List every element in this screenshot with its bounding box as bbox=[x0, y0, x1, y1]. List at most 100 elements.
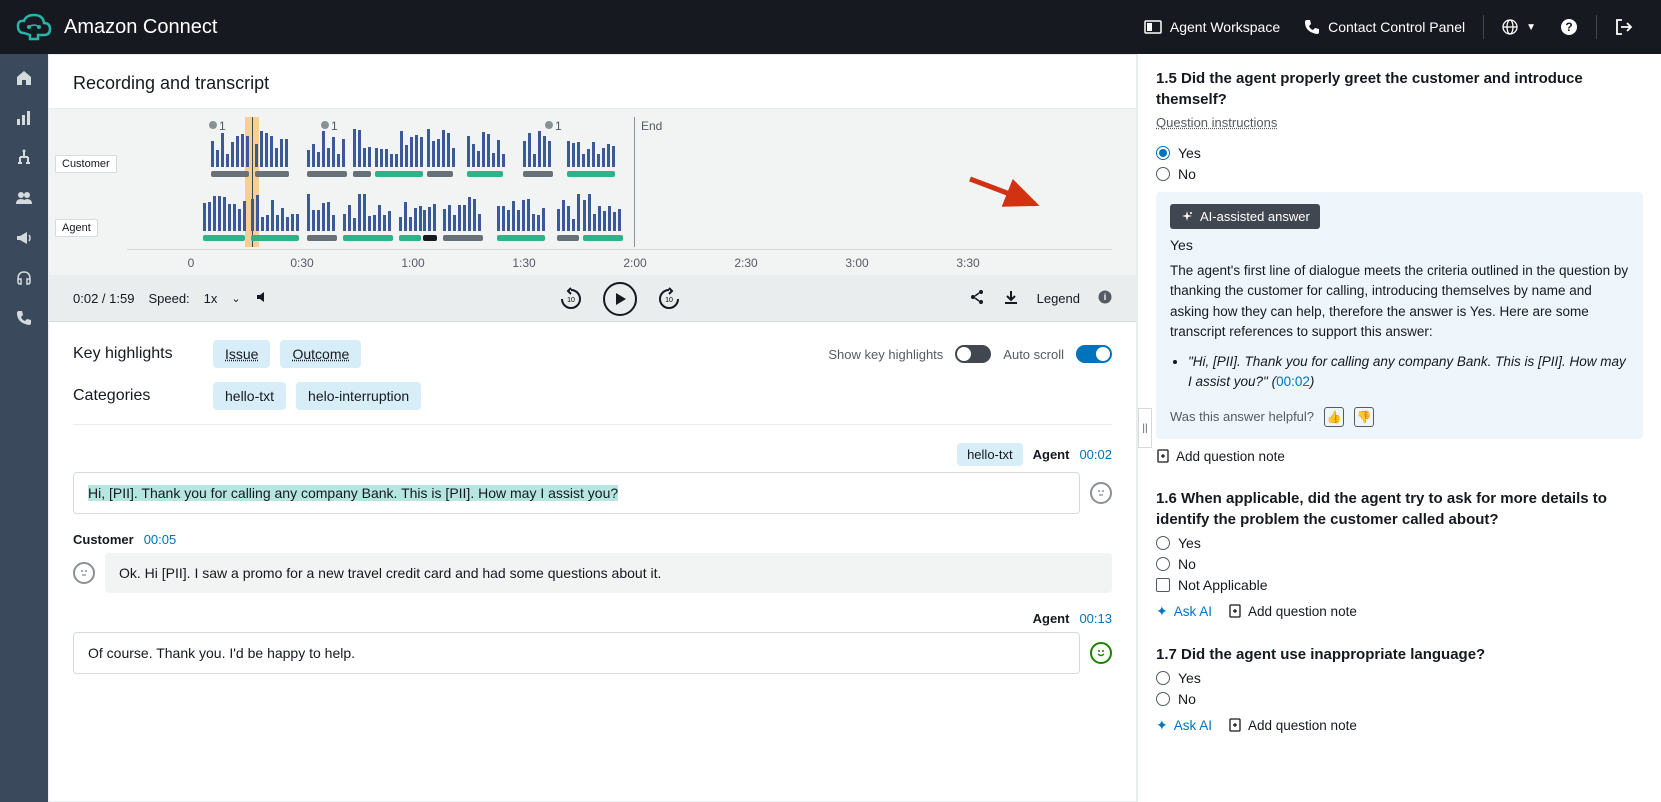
radio-option-no[interactable]: No bbox=[1156, 691, 1643, 707]
turn-bubble[interactable]: Ok. Hi [PII]. I saw a promo for a new tr… bbox=[105, 553, 1112, 593]
connect-logo-icon bbox=[16, 13, 52, 41]
transcript-turn: Customer 00:05 Ok. Hi [PII]. I saw a pro… bbox=[73, 532, 1112, 593]
radio-option-no[interactable]: No bbox=[1156, 166, 1643, 182]
caret-down-icon: ▼ bbox=[1526, 22, 1536, 33]
svg-text:i: i bbox=[1104, 292, 1107, 302]
radio-icon[interactable] bbox=[1156, 536, 1170, 550]
svg-text:10: 10 bbox=[567, 297, 575, 304]
logout-button[interactable] bbox=[1603, 18, 1645, 36]
question-title: 1.6 When applicable, did the agent try t… bbox=[1156, 488, 1643, 530]
waveform[interactable]: End 1 1 1 bbox=[127, 117, 1112, 247]
radio-option-yes[interactable]: Yes bbox=[1156, 535, 1643, 551]
volume-button[interactable] bbox=[255, 289, 271, 308]
turn-tag[interactable]: hello-txt bbox=[957, 443, 1023, 466]
key-highlights-label: Key highlights bbox=[73, 345, 183, 363]
playback-position: 0:02 / 1:59 bbox=[73, 291, 134, 306]
share-button[interactable] bbox=[969, 289, 985, 308]
download-button[interactable] bbox=[1003, 289, 1019, 308]
question-instructions-link[interactable]: Question instructions bbox=[1156, 115, 1277, 130]
skip-back-button[interactable]: 10 bbox=[557, 285, 585, 313]
radio-option-yes[interactable]: Yes bbox=[1156, 145, 1643, 161]
lane-label-customer: Customer bbox=[55, 155, 117, 173]
autoscroll-toggle[interactable] bbox=[1076, 345, 1112, 363]
show-highlights-toggle[interactable] bbox=[955, 345, 991, 363]
skip-forward-button[interactable]: 10 bbox=[655, 285, 683, 313]
note-icon bbox=[1156, 449, 1170, 463]
logout-icon bbox=[1615, 18, 1633, 36]
marker-dot[interactable] bbox=[545, 121, 553, 129]
checkbox-option-na[interactable]: Not Applicable bbox=[1156, 577, 1643, 593]
help-button[interactable]: ? bbox=[1548, 18, 1590, 36]
question-1-6: 1.6 When applicable, did the agent try t… bbox=[1138, 474, 1661, 630]
nav-announce-icon[interactable] bbox=[14, 228, 34, 248]
radio-option-no[interactable]: No bbox=[1156, 556, 1643, 572]
radio-icon[interactable] bbox=[1156, 167, 1170, 181]
turn-timestamp[interactable]: 00:05 bbox=[144, 532, 177, 547]
checkbox-icon[interactable] bbox=[1156, 578, 1170, 592]
question-1-7: 1.7 Did the agent use inappropriate lang… bbox=[1138, 630, 1661, 744]
transcript-area: Key highlights Issue Outcome Show key hi… bbox=[49, 322, 1136, 801]
question-1-5: 1.5 Did the agent properly greet the cus… bbox=[1138, 54, 1661, 474]
svg-text:10: 10 bbox=[665, 297, 673, 304]
radio-icon[interactable] bbox=[1156, 671, 1170, 685]
ai-assisted-answer-box: AI-assisted answer Yes The agent's first… bbox=[1156, 192, 1643, 439]
categories-label: Categories bbox=[73, 387, 183, 405]
topbar-divider bbox=[1483, 15, 1484, 39]
turn-bubble[interactable]: Of course. Thank you. I'd be happy to he… bbox=[73, 632, 1080, 674]
speed-dropdown[interactable]: ⌄ bbox=[231, 292, 240, 305]
svg-text:?: ? bbox=[1565, 20, 1572, 34]
ai-quote: "Hi, [PII]. Thank you for calling any co… bbox=[1188, 352, 1629, 393]
ask-ai-action[interactable]: ✦ Ask AI bbox=[1156, 717, 1212, 734]
left-sidebar bbox=[0, 54, 48, 802]
nav-analytics-icon[interactable] bbox=[14, 108, 34, 128]
globe-icon bbox=[1502, 19, 1518, 35]
language-selector[interactable]: ▼ bbox=[1490, 19, 1548, 35]
workspace-icon bbox=[1144, 18, 1162, 36]
thumbs-down-button[interactable]: 👎 bbox=[1354, 407, 1374, 427]
nav-routing-icon[interactable] bbox=[14, 148, 34, 168]
speed-value: 1x bbox=[204, 291, 218, 306]
add-note-action[interactable]: Add question note bbox=[1228, 717, 1357, 734]
add-note-action[interactable]: Add question note bbox=[1228, 603, 1357, 620]
player-controls: 0:02 / 1:59 Speed: 1x ⌄ 10 10 Legend i bbox=[49, 276, 1136, 322]
agent-workspace-link[interactable]: Agent Workspace bbox=[1132, 18, 1292, 36]
nav-home-icon[interactable] bbox=[14, 68, 34, 88]
thumbs-up-button[interactable]: 👍 bbox=[1324, 407, 1344, 427]
divider bbox=[73, 424, 1112, 425]
panel-resize-handle[interactable]: || bbox=[1138, 408, 1152, 448]
issue-chip[interactable]: Issue bbox=[213, 340, 270, 368]
nav-headset-icon[interactable] bbox=[14, 268, 34, 288]
turn-bubble[interactable]: Hi, [PII]. Thank you for calling any com… bbox=[73, 472, 1080, 514]
turn-timestamp[interactable]: 00:13 bbox=[1079, 611, 1112, 626]
radio-icon[interactable] bbox=[1156, 146, 1170, 160]
play-button[interactable] bbox=[603, 282, 637, 316]
category-chip[interactable]: helo-interruption bbox=[296, 382, 421, 410]
ai-badge: AI-assisted answer bbox=[1170, 204, 1320, 229]
brand-logo[interactable]: Amazon Connect bbox=[16, 13, 217, 41]
nav-users-icon[interactable] bbox=[14, 188, 34, 208]
ask-ai-action[interactable]: ✦ Ask AI bbox=[1156, 603, 1212, 620]
help-icon: ? bbox=[1560, 18, 1578, 36]
question-title: 1.5 Did the agent properly greet the cus… bbox=[1156, 68, 1643, 110]
ccp-link[interactable]: Contact Control Panel bbox=[1292, 19, 1477, 35]
turn-timestamp[interactable]: 00:02 bbox=[1079, 447, 1112, 462]
marker-dot[interactable] bbox=[209, 121, 217, 129]
marker-dot[interactable] bbox=[321, 121, 329, 129]
transcript-turn: hello-txt Agent 00:02 Hi, [PII]. Thank y… bbox=[73, 443, 1112, 514]
sentiment-neutral-icon bbox=[1090, 482, 1112, 504]
radio-option-yes[interactable]: Yes bbox=[1156, 670, 1643, 686]
agent-waveform bbox=[127, 195, 1112, 245]
nav-phone-icon[interactable] bbox=[14, 308, 34, 328]
legend-label: Legend bbox=[1037, 291, 1080, 306]
outcome-chip[interactable]: Outcome bbox=[280, 340, 361, 368]
sparkle-icon: ✦ bbox=[1156, 603, 1168, 620]
radio-icon[interactable] bbox=[1156, 557, 1170, 571]
legend-info-icon[interactable]: i bbox=[1098, 290, 1112, 307]
add-note-action[interactable]: Add question note bbox=[1156, 449, 1285, 464]
radio-icon[interactable] bbox=[1156, 692, 1170, 706]
timeline[interactable]: Customer Agent End 1 1 1 bbox=[49, 108, 1136, 276]
sparkle-icon: ✦ bbox=[1156, 717, 1168, 734]
quote-timestamp[interactable]: 00:02 bbox=[1276, 374, 1310, 389]
recording-title: Recording and transcript bbox=[49, 55, 1136, 108]
category-chip[interactable]: hello-txt bbox=[213, 382, 286, 410]
